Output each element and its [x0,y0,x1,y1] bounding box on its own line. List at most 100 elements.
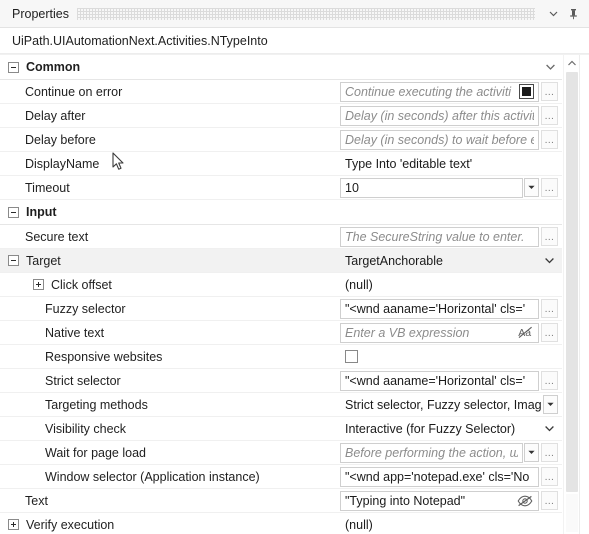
scroll-up-icon[interactable] [564,55,580,70]
property-name-label: Secure text [25,230,88,244]
textbox-placeholder: Before performing the action, ш [345,446,518,460]
property-value-text: (null) [340,278,558,292]
open-editor-ellipsis-button[interactable]: … [541,106,558,125]
property-row[interactable]: DisplayNameType Into 'editable text' [0,152,562,176]
open-editor-ellipsis-button[interactable]: … [541,371,558,390]
vertical-scrollbar[interactable] [563,55,580,534]
property-row[interactable]: Wait for page load Before performing the … [0,441,562,465]
property-row[interactable]: Window selector (Application instance)"<… [0,465,562,489]
property-name-cell: Secure text [0,225,340,248]
scrollbar-thumb[interactable] [566,72,578,492]
chevron-down-icon[interactable] [540,256,558,265]
property-section-common[interactable]: Common [0,55,562,80]
property-grid-wrapper: Common Continue on error Continue executin… [0,54,589,534]
open-editor-ellipsis-button[interactable]: … [541,82,558,101]
open-editor-ellipsis-button[interactable]: … [541,299,558,318]
property-row[interactable]: Strict selector "<wnd aaname='Horizontal'… [0,369,562,393]
property-row-verify-execution[interactable]: Verify execution(null) [0,513,562,534]
titlebar-grip[interactable] [77,8,535,20]
expander-expanded-icon[interactable] [8,207,19,218]
property-name-label: Strict selector [45,374,121,388]
expander-expanded-icon[interactable] [8,62,19,73]
property-combobox[interactable]: Interactive (for Fuzzy Selector) [340,418,558,440]
property-name-label: Native text [45,326,104,340]
property-row[interactable]: Secure text The SecureString value to ent… [0,225,562,249]
property-textbox[interactable]: "Typing into Notepad" [340,491,539,511]
property-value-cell: Before performing the action, ш … [340,441,562,464]
panel-titlebar: Properties [0,0,589,28]
property-textbox[interactable]: The SecureString value to enter. [340,227,539,247]
property-row[interactable]: Continue on error Continue executing the … [0,80,562,104]
open-editor-ellipsis-button[interactable]: … [541,443,558,462]
property-row[interactable]: Delay before Delay (in seconds) to wait b… [0,128,562,152]
property-textbox[interactable]: Before performing the action, ш [340,443,523,463]
property-row[interactable]: Targeting methodsStrict selector, Fuzzy … [0,393,562,417]
property-row[interactable]: Responsive websites [0,345,562,369]
expander-collapsed-icon[interactable] [33,279,44,290]
property-group-target[interactable]: TargetTargetAnchorable [0,249,562,273]
property-name-cell: Delay after [0,104,340,127]
property-textbox[interactable]: Delay (in seconds) to wait before e [340,130,539,150]
chevron-down-icon[interactable] [540,424,558,433]
property-value-cell: Type Into 'editable text' [340,152,562,175]
property-name-cell: Click offset [0,273,340,296]
pin-icon[interactable] [563,4,583,24]
chevron-down-icon[interactable] [543,4,563,24]
open-editor-ellipsis-button[interactable]: … [541,227,558,246]
property-value-cell: Enter a VB expressionAa… [340,321,562,344]
textbox-placeholder: The SecureString value to enter. [345,230,534,244]
property-textbox[interactable]: Enter a VB expressionAa [340,323,539,343]
property-name-label: Visibility check [45,422,126,436]
property-grid: Common Continue on error Continue executin… [0,55,562,534]
property-value-cell: The SecureString value to enter. … [340,225,562,248]
property-row[interactable]: Visibility check Interactive (for Fuzzy S… [0,417,562,441]
property-value-cell: Strict selector, Fuzzy selector, Imag [340,393,562,416]
property-name-label: Responsive websites [45,350,162,364]
property-row[interactable]: Timeout10 … [0,176,562,200]
property-row[interactable]: Click offset(null) [0,273,562,297]
property-checkbox[interactable] [345,350,358,363]
property-name-label: Delay after [25,109,85,123]
property-row[interactable]: Fuzzy selector"<wnd aaname='Horizontal' … [0,297,562,321]
dropdown-arrow-button[interactable] [524,178,539,197]
dropdown-arrow-button[interactable] [524,443,539,462]
property-name-label: Delay before [25,133,96,147]
property-name-cell: DisplayName [0,152,340,175]
property-textbox[interactable]: "<wnd aaname='Horizontal' cls=' [340,371,539,391]
section-collapse-chevron-icon[interactable] [545,63,556,72]
property-name-cell: Verify execution [0,513,340,534]
open-editor-ellipsis-button[interactable]: … [541,130,558,149]
textbox-value: "<wnd aaname='Horizontal' cls=' [345,302,534,316]
aa-strike-icon[interactable]: Aa [516,324,534,342]
expression-mode-button[interactable] [519,84,534,99]
property-name-cell: Common [0,55,340,79]
property-row-text[interactable]: Text"Typing into Notepad"… [0,489,562,513]
eye-off-icon[interactable] [516,492,534,510]
open-editor-ellipsis-button[interactable]: … [541,178,558,197]
property-textbox[interactable]: "<wnd app='notepad.exe' cls='No [340,467,539,487]
open-editor-ellipsis-button[interactable]: … [541,323,558,342]
property-textbox[interactable]: 10 [340,178,523,198]
property-row[interactable]: Delay after Delay (in seconds) after this… [0,104,562,128]
property-value-cell [340,200,562,224]
property-name-label: Wait for page load [45,446,146,460]
property-combobox[interactable]: Strict selector, Fuzzy selector, Imag [340,398,542,412]
expander-expanded-icon[interactable] [8,255,19,266]
panel-title: Properties [12,7,69,21]
property-name-cell: Timeout [0,176,340,199]
property-textbox[interactable]: Delay (in seconds) after this activit [340,106,539,126]
expander-collapsed-icon[interactable] [8,519,19,530]
property-section-input[interactable]: Input [0,200,562,225]
open-editor-ellipsis-button[interactable]: … [541,467,558,486]
property-combobox[interactable]: TargetAnchorable [340,250,558,272]
scrollbar-track[interactable] [566,494,578,532]
property-textbox[interactable]: "<wnd aaname='Horizontal' cls=' [340,299,539,319]
property-textbox[interactable]: Continue executing the activiti [340,82,539,102]
textbox-value: "<wnd app='notepad.exe' cls='No [345,470,534,484]
property-value-cell: "Typing into Notepad"… [340,489,562,512]
combobox-selected-value: Interactive (for Fuzzy Selector) [345,422,540,436]
open-editor-ellipsis-button[interactable]: … [541,491,558,510]
property-row[interactable]: Native text Enter a VB expressionAa… [0,321,562,345]
property-name-label: Continue on error [25,85,122,99]
dropdown-arrow-button[interactable] [543,395,558,414]
